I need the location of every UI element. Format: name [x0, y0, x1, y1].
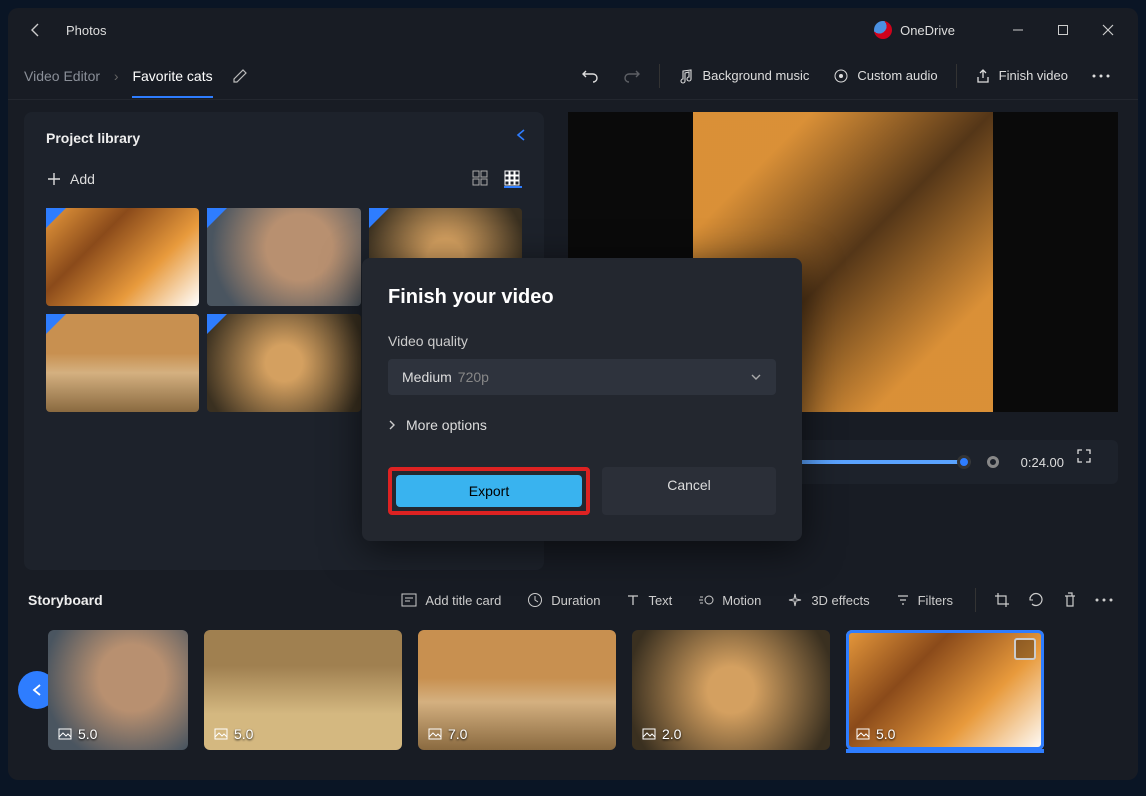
title-card-icon — [401, 593, 417, 607]
library-thumb[interactable] — [46, 208, 199, 306]
text-button[interactable]: Text — [616, 588, 682, 613]
redo-button[interactable] — [611, 61, 653, 91]
video-quality-select[interactable]: Medium 720p — [388, 359, 776, 395]
separator — [956, 64, 957, 88]
breadcrumb-project[interactable]: Favorite cats — [132, 68, 212, 98]
chevron-right-icon — [388, 419, 396, 431]
used-indicator-icon — [46, 314, 66, 334]
library-thumb[interactable] — [207, 208, 360, 306]
onedrive-label: OneDrive — [900, 23, 955, 38]
used-indicator-icon — [369, 208, 389, 228]
storyboard-title: Storyboard — [28, 592, 103, 608]
close-button[interactable] — [1085, 10, 1130, 50]
export-button[interactable]: Export — [396, 475, 582, 507]
background-music-button[interactable]: Background music — [666, 62, 821, 90]
onedrive-button[interactable]: OneDrive — [874, 21, 955, 39]
add-title-card-button[interactable]: Add title card — [391, 588, 511, 613]
image-icon — [642, 728, 656, 740]
storyboard-clip[interactable]: 2.0 — [632, 630, 830, 750]
separator — [659, 64, 660, 88]
onedrive-icon — [874, 21, 892, 39]
filters-button[interactable]: Filters — [886, 588, 963, 613]
quality-value: Medium — [402, 369, 452, 385]
header-toolbar: Video Editor › Favorite cats Background … — [8, 52, 1138, 100]
used-indicator-icon — [207, 314, 227, 334]
more-button[interactable] — [1080, 68, 1122, 84]
app-window: Photos OneDrive Video Editor › Favorite … — [8, 8, 1138, 780]
undo-button[interactable] — [569, 61, 611, 91]
minimize-button[interactable] — [995, 10, 1040, 50]
motion-button[interactable]: Motion — [688, 588, 771, 613]
export-icon — [975, 68, 991, 84]
seek-end-marker — [987, 456, 999, 468]
used-indicator-icon — [46, 208, 66, 228]
back-button[interactable] — [16, 10, 56, 50]
breadcrumb-root[interactable]: Video Editor — [24, 68, 100, 84]
dialog-title: Finish your video — [388, 286, 776, 309]
plus-icon — [46, 171, 62, 187]
image-icon — [428, 728, 442, 740]
used-indicator-icon — [207, 208, 227, 228]
chevron-right-icon: › — [114, 68, 119, 84]
storyboard-panel: Storyboard Add title card Duration Text … — [8, 570, 1138, 766]
more-options-toggle[interactable]: More options — [388, 417, 776, 433]
chevron-down-icon — [750, 373, 762, 381]
video-quality-label: Video quality — [388, 333, 776, 349]
storyboard-clip[interactable]: 5.0 — [846, 630, 1044, 750]
storyboard-clip[interactable]: 7.0 — [418, 630, 616, 750]
rename-button[interactable] — [231, 67, 249, 85]
grid-large-button[interactable] — [472, 170, 490, 188]
storyboard-clips: 5.0 5.0 7.0 2.0 5.0 — [28, 630, 1118, 750]
add-media-button[interactable]: Add — [46, 171, 95, 187]
music-icon — [678, 68, 694, 84]
rotate-button[interactable] — [1022, 586, 1050, 614]
grid-small-button[interactable] — [504, 170, 522, 188]
library-thumb[interactable] — [46, 314, 199, 412]
cancel-button[interactable]: Cancel — [602, 467, 776, 515]
maximize-button[interactable] — [1040, 10, 1085, 50]
motion-icon — [698, 593, 714, 607]
storyboard-clip[interactable]: 5.0 — [48, 630, 188, 750]
fullscreen-button[interactable] — [1076, 448, 1104, 476]
clock-icon — [527, 592, 543, 608]
storyboard-more-button[interactable] — [1090, 586, 1118, 614]
sparkle-icon — [787, 592, 803, 608]
filters-icon — [896, 593, 910, 607]
3d-effects-button[interactable]: 3D effects — [777, 587, 879, 613]
finish-video-dialog: Finish your video Video quality Medium 7… — [362, 258, 802, 541]
seek-handle[interactable] — [957, 455, 971, 469]
app-title: Photos — [66, 23, 106, 38]
quality-resolution: 720p — [458, 369, 489, 385]
custom-audio-button[interactable]: Custom audio — [821, 62, 949, 90]
separator — [975, 588, 976, 612]
delete-button[interactable] — [1056, 586, 1084, 614]
playback-time: 0:24.00 — [1021, 455, 1064, 470]
crop-button[interactable] — [988, 586, 1016, 614]
library-title: Project library — [46, 130, 522, 146]
ellipsis-icon — [1092, 74, 1110, 78]
finish-video-button[interactable]: Finish video — [963, 62, 1080, 90]
duration-button[interactable]: Duration — [517, 587, 610, 613]
breadcrumb: Video Editor › Favorite cats — [24, 68, 213, 84]
image-icon — [856, 728, 870, 740]
audio-icon — [833, 68, 849, 84]
collapse-library-button[interactable] — [516, 128, 526, 142]
image-icon — [58, 728, 72, 740]
text-icon — [626, 593, 640, 607]
storyboard-clip[interactable]: 5.0 — [204, 630, 402, 750]
image-icon — [214, 728, 228, 740]
library-thumb[interactable] — [207, 314, 360, 412]
title-bar: Photos OneDrive — [8, 8, 1138, 52]
export-highlight: Export — [388, 467, 590, 515]
